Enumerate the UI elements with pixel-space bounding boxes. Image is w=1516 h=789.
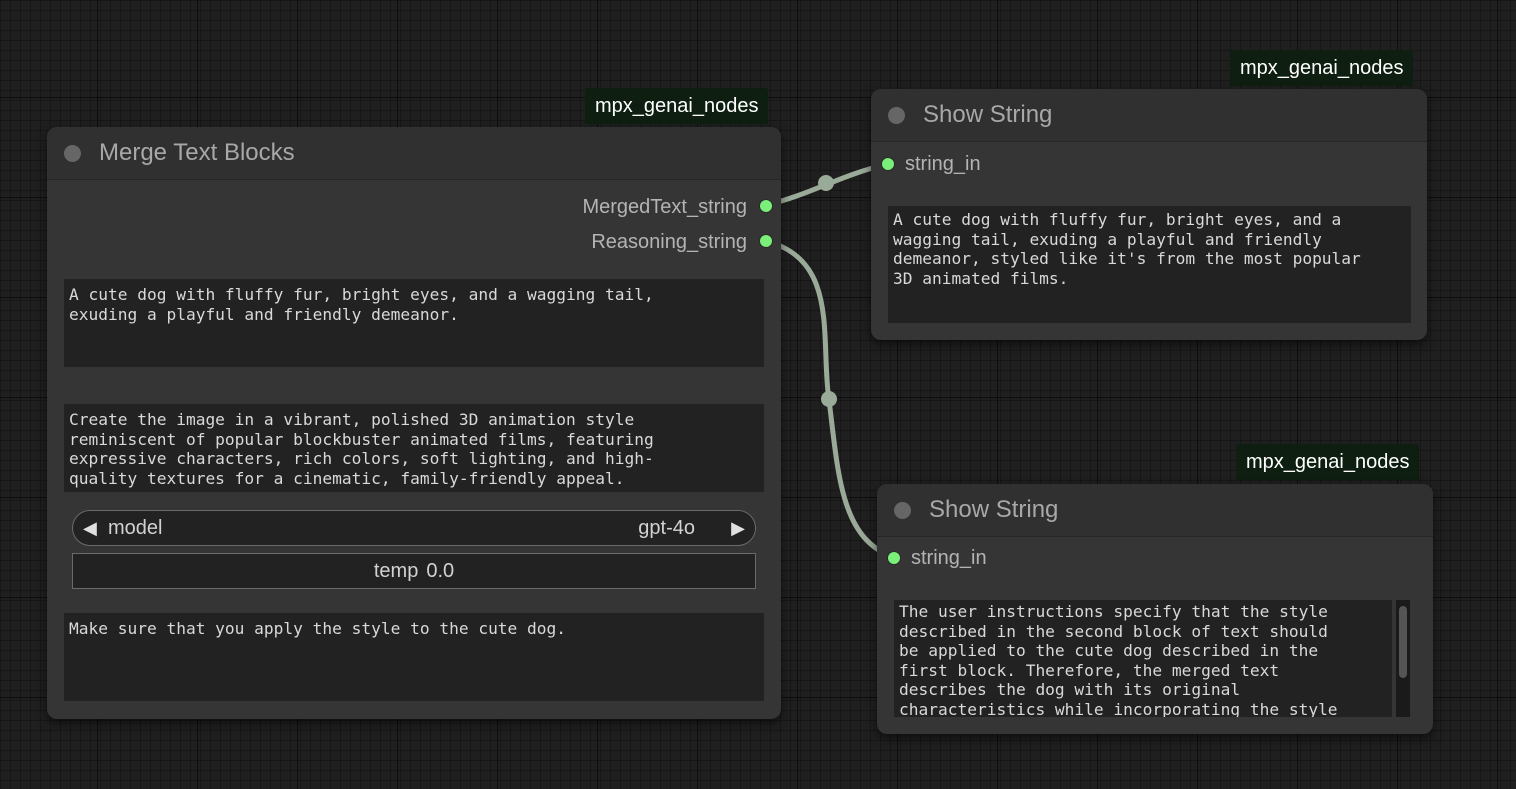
collapse-toggle[interactable] (894, 502, 911, 519)
node-source-badge: mpx_genai_nodes (1236, 444, 1420, 480)
collapse-toggle[interactable] (64, 145, 81, 162)
model-label: model (108, 517, 163, 539)
node-header[interactable]: Show String (877, 484, 1433, 537)
model-selector[interactable]: ◀ model gpt-4o ▶ (72, 510, 756, 546)
temp-value: 0.0 (426, 560, 455, 582)
instructions-field[interactable]: Make sure that you apply the style to th… (64, 613, 764, 701)
output-slot-mergedtext[interactable] (759, 199, 773, 213)
node-source-badge: mpx_genai_nodes (585, 88, 769, 124)
output-slot-reasoning[interactable] (759, 234, 773, 248)
node-header[interactable]: Merge Text Blocks (47, 127, 781, 180)
input-label-string-in: string_in (911, 547, 987, 569)
output-label-reasoning: Reasoning_string (591, 231, 747, 253)
show-string-node-2[interactable]: Show String string_in The user instructi… (877, 484, 1433, 734)
text-block-2-field[interactable]: Create the image in a vibrant, polished … (64, 404, 764, 492)
model-value: gpt-4o (638, 517, 695, 539)
show-string-node-1[interactable]: Show String string_in A cute dog with fl… (871, 89, 1427, 340)
show-string-output-text[interactable]: A cute dog with fluffy fur, bright eyes,… (888, 206, 1411, 323)
node-source-badge: mpx_genai_nodes (1230, 50, 1414, 86)
input-label-string-in: string_in (905, 153, 981, 175)
model-next-arrow-icon[interactable]: ▶ (731, 511, 745, 545)
input-slot-string-in[interactable] (881, 157, 895, 171)
node-title: Show String (929, 496, 1059, 523)
scrollbar[interactable] (1396, 600, 1410, 717)
temp-number-input[interactable]: temp 0.0 (72, 553, 756, 589)
node-header[interactable]: Show String (871, 89, 1427, 142)
node-title: Merge Text Blocks (99, 139, 295, 166)
text-block-1-field[interactable]: A cute dog with fluffy fur, bright eyes,… (64, 279, 764, 367)
output-label-mergedtext: MergedText_string (582, 196, 747, 218)
collapse-toggle[interactable] (888, 107, 905, 124)
input-slot-string-in[interactable] (887, 551, 901, 565)
temp-label: temp (373, 560, 419, 582)
model-prev-arrow-icon[interactable]: ◀ (83, 511, 97, 545)
merge-text-blocks-node[interactable]: Merge Text Blocks MergedText_string Reas… (47, 127, 781, 719)
show-string-output-text[interactable]: The user instructions specify that the s… (894, 600, 1392, 717)
scrollbar-thumb[interactable] (1399, 606, 1407, 678)
node-title: Show String (923, 101, 1053, 128)
